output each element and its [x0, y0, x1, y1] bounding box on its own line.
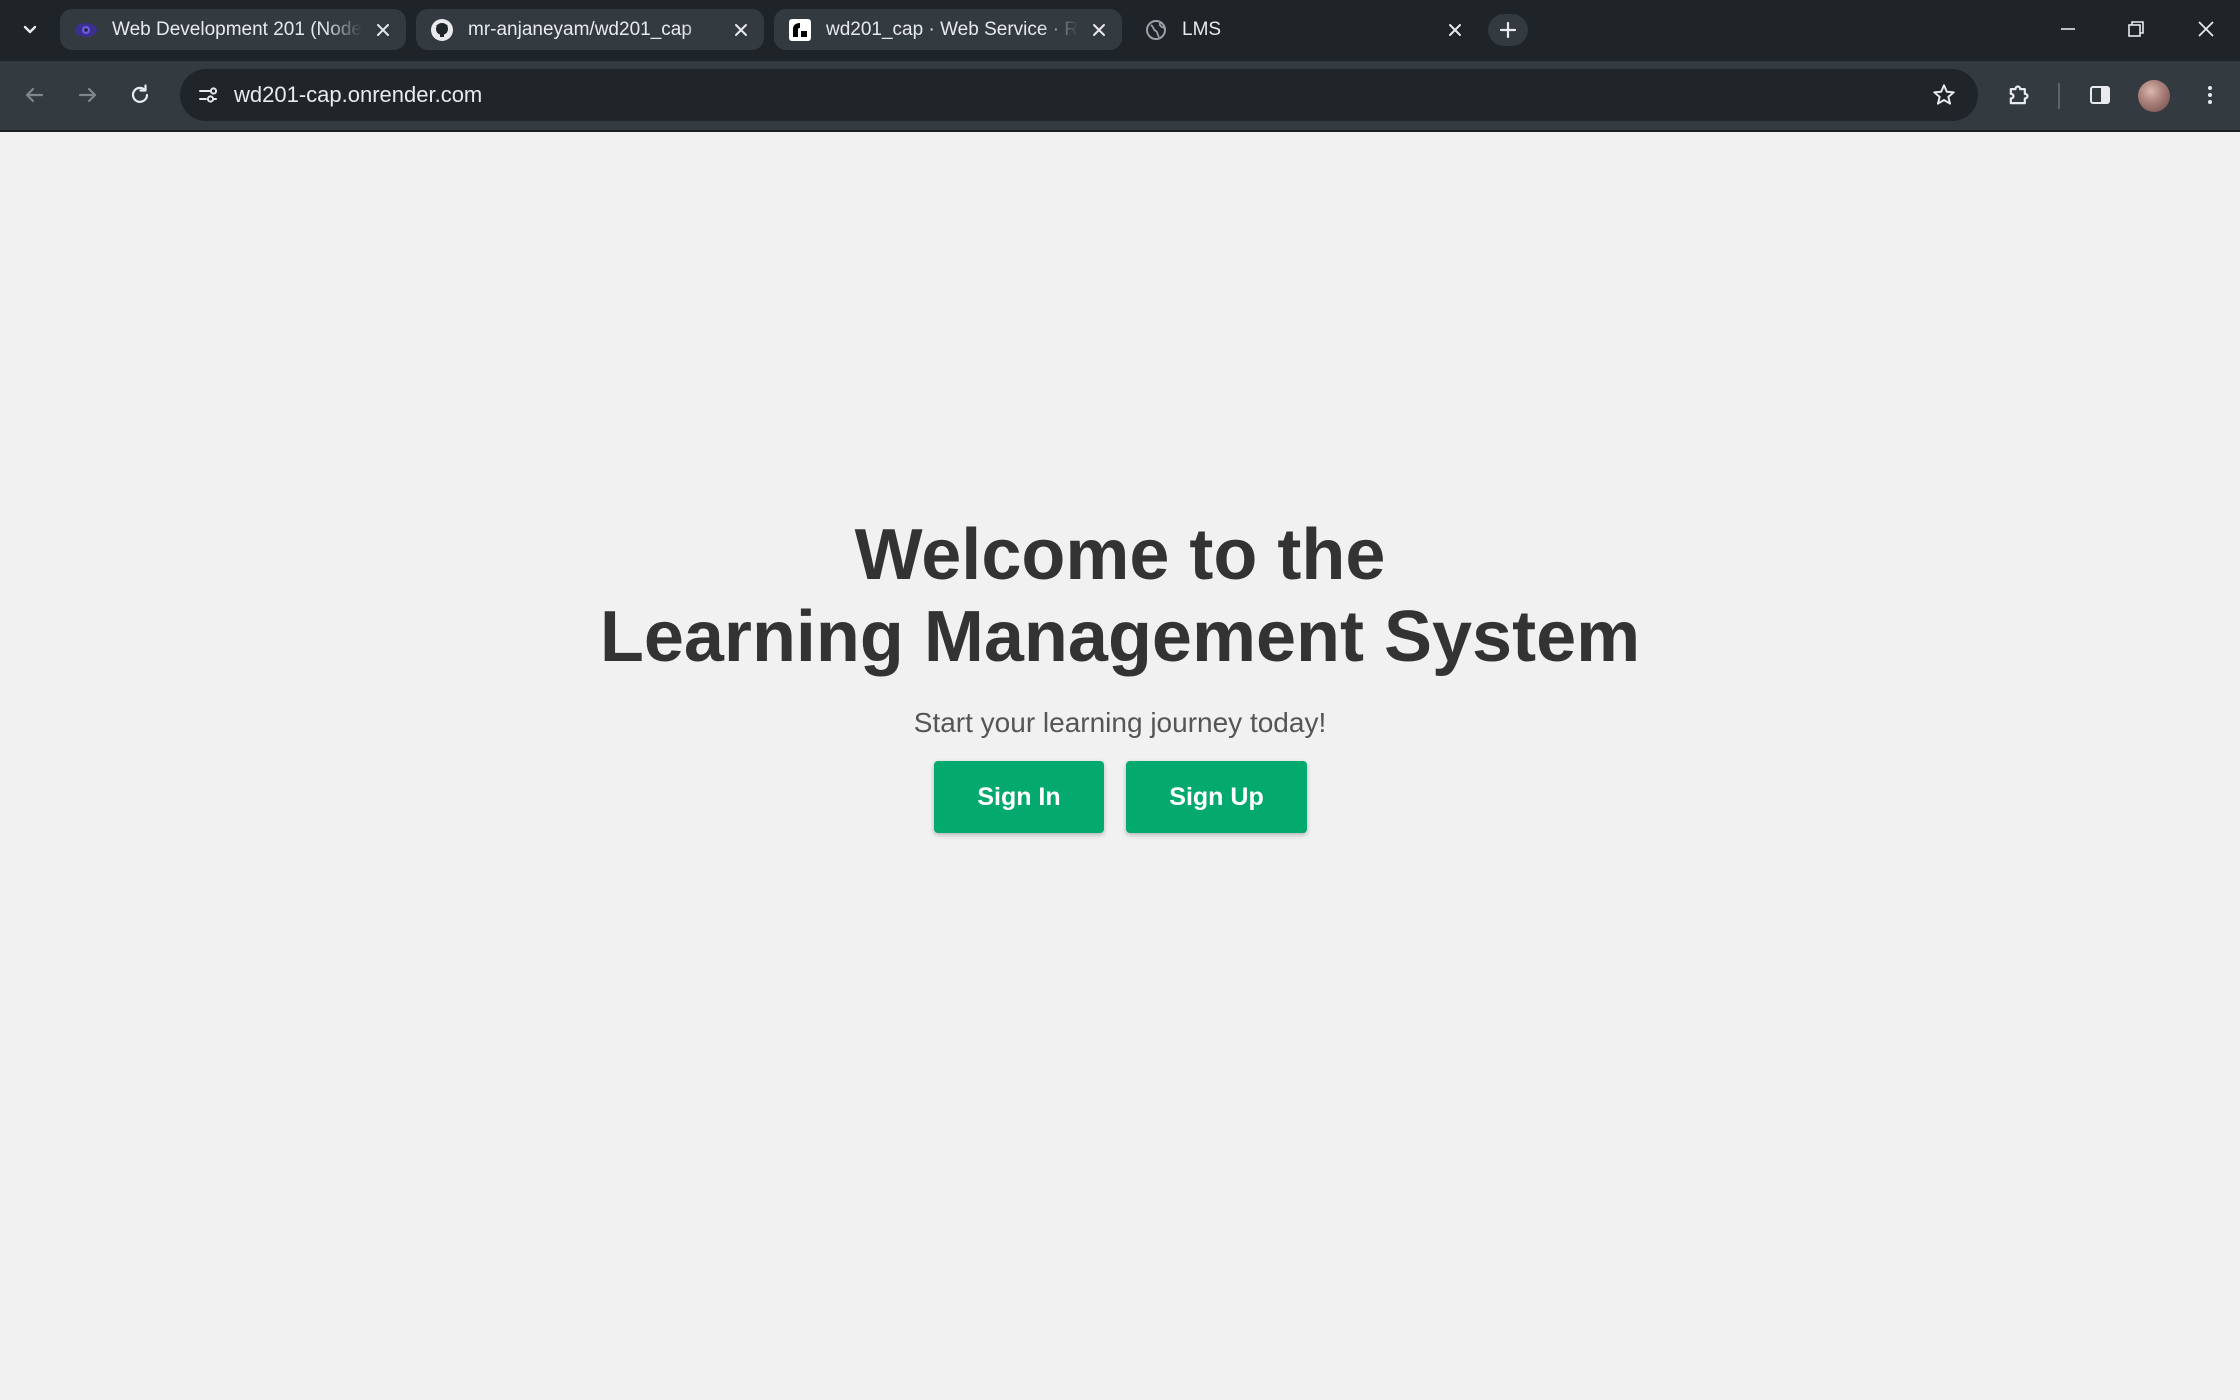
tab-title: mr-anjaneyam/wd201_cap	[468, 18, 692, 40]
close-tab-icon[interactable]	[370, 17, 396, 43]
plus-icon	[1499, 21, 1517, 39]
chevron-down-icon	[23, 25, 37, 34]
tab-search-button[interactable]	[14, 14, 46, 46]
tab-title: wd201_cap · Web Service · Render	[826, 18, 1078, 40]
arrow-left-icon	[25, 87, 44, 103]
sign-in-button[interactable]: Sign In	[934, 761, 1104, 833]
back-button[interactable]	[12, 73, 56, 117]
forward-button[interactable]	[66, 73, 110, 117]
close-tab-icon[interactable]	[1442, 17, 1468, 43]
restore-button[interactable]	[2102, 0, 2170, 58]
close-tab-icon[interactable]	[728, 17, 754, 43]
minimize-button[interactable]	[2034, 0, 2102, 58]
site-info-icon[interactable]	[192, 79, 224, 111]
tab-title: LMS	[1182, 18, 1222, 40]
tab-github[interactable]: mr-anjaneyam/wd201_cap	[416, 9, 764, 50]
extensions-button[interactable]	[1999, 75, 2039, 115]
reload-icon	[131, 84, 149, 103]
close-tab-icon[interactable]	[1086, 17, 1112, 43]
reload-button[interactable]	[118, 73, 162, 117]
globe-icon	[1144, 18, 1168, 42]
tab-web-development[interactable]: Web Development 201 (Node.js)	[60, 9, 406, 50]
arrow-right-icon	[78, 87, 97, 103]
page-content: Welcome to the Learning Management Syste…	[0, 132, 2240, 1400]
close-icon	[2198, 21, 2214, 37]
toolbar-separator	[2058, 83, 2060, 109]
tab-render[interactable]: wd201_cap · Web Service · Render	[774, 9, 1122, 50]
tab-title: Web Development 201 (Node.js)	[112, 18, 362, 40]
puzzle-icon	[2009, 85, 2029, 105]
restore-icon	[2128, 21, 2144, 37]
profile-avatar[interactable]	[2138, 80, 2170, 112]
github-icon	[430, 18, 454, 42]
more-vert-icon	[2208, 86, 2212, 104]
side-panel-button[interactable]	[2080, 75, 2120, 115]
render-icon	[788, 18, 812, 42]
title-line-1: Welcome to the	[854, 515, 1386, 595]
tab-lms[interactable]: LMS	[1130, 9, 1478, 50]
address-bar[interactable]: wd201-cap.onrender.com	[180, 69, 1978, 121]
page-title: Welcome to the Learning Management Syste…	[0, 514, 2240, 678]
browser-toolbar: wd201-cap.onrender.com	[0, 61, 2240, 130]
close-window-button[interactable]	[2172, 0, 2240, 58]
tab-strip: Web Development 201 (Node.js) mr-anjaney…	[0, 0, 2240, 61]
side-panel-icon	[2090, 86, 2110, 104]
new-tab-button[interactable]	[1488, 14, 1528, 46]
minimize-icon	[2061, 28, 2075, 30]
sign-up-button[interactable]: Sign Up	[1126, 761, 1307, 833]
menu-button[interactable]	[2190, 75, 2230, 115]
page-subtitle: Start your learning journey today!	[913, 707, 1327, 738]
eye-icon	[74, 18, 98, 42]
title-line-2: Learning Management System	[599, 597, 1641, 677]
url-text[interactable]: wd201-cap.onrender.com	[234, 82, 1924, 108]
bookmark-star-icon[interactable]	[1924, 75, 1964, 115]
